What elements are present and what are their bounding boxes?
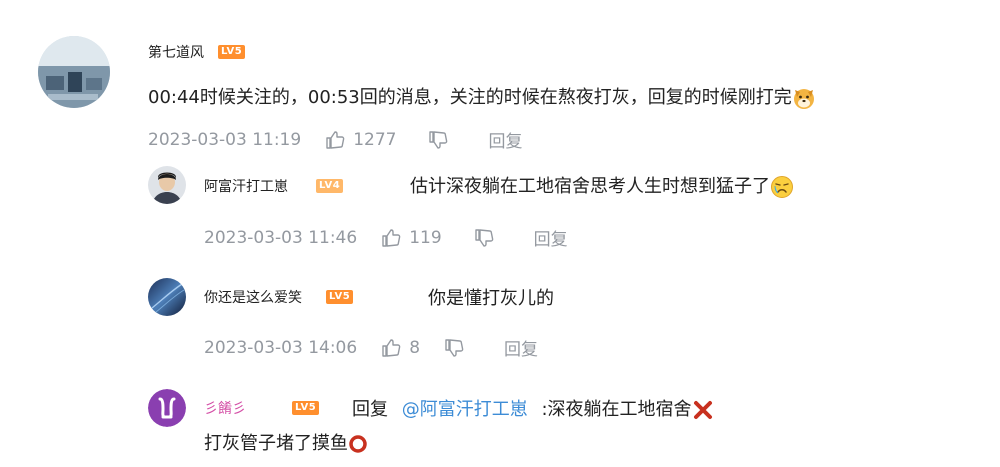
level-badge: LV5: [218, 45, 246, 59]
avatar[interactable]: [148, 166, 186, 204]
level-badge: LV4: [316, 179, 344, 193]
comment-text-content: 估计深夜躺在工地宿舍思考人生时想到猛子了: [410, 176, 770, 197]
mention-link[interactable]: @阿富汗打工崽: [402, 399, 528, 420]
like-count: 8: [409, 337, 421, 358]
cross-mark-emoji-icon: [693, 401, 712, 419]
comment-meta: 2023-03-03 11:46 119 回复: [204, 225, 568, 251]
avatar-image: [148, 166, 186, 204]
thumbs-down-icon[interactable]: [474, 228, 494, 248]
avatar[interactable]: [148, 278, 186, 316]
thumbs-up-icon[interactable]: [381, 338, 401, 358]
comment-text-content: 打灰管子堵了摸鱼: [204, 433, 348, 454]
username[interactable]: 阿富汗打工崽: [204, 176, 288, 196]
comment-text: 00:44时候关注的，00:53回的消息，关注的时候在熬夜打灰，回复的时候刚打完: [148, 83, 816, 110]
comment-text-content: :深夜躺在工地宿舍: [541, 399, 692, 420]
comment-meta: 2023-03-03 14:06 8 回复: [204, 335, 538, 361]
comment-text: 回复 @阿富汗打工崽 :深夜躺在工地宿舍: [352, 395, 714, 421]
comment-text: 估计深夜躺在工地宿舍思考人生时想到猛子了: [410, 172, 794, 199]
thumbs-up-icon[interactable]: [381, 228, 401, 248]
reply-button[interactable]: 回复: [488, 127, 522, 152]
comment-text: 你是懂打灰儿的: [428, 288, 554, 309]
thumbs-down-icon[interactable]: [428, 130, 448, 150]
comment-meta: 2023-03-03 11:19 1277 回复: [148, 127, 522, 153]
dog-face-emoji-icon: [793, 89, 814, 109]
hollow-circle-emoji-icon: [349, 435, 367, 453]
comment-text-line2: 打灰管子堵了摸鱼: [204, 429, 368, 455]
level-badge: LV5: [326, 290, 354, 304]
avatar-image: [38, 36, 110, 108]
username[interactable]: 彡餚彡: [204, 398, 246, 418]
avatar-image: [148, 389, 186, 427]
username[interactable]: 你还是这么爱笑: [204, 287, 302, 307]
thumbs-up-icon[interactable]: [325, 130, 345, 150]
username[interactable]: 第七道风: [148, 42, 204, 62]
timestamp: 2023-03-03 11:19: [148, 129, 302, 150]
level-badge: LV5: [292, 401, 320, 415]
avatar-image: [148, 278, 186, 316]
crying-emoji-icon: [771, 176, 793, 198]
like-count: 119: [409, 227, 442, 248]
reply-button[interactable]: 回复: [504, 335, 538, 360]
timestamp: 2023-03-03 11:46: [204, 227, 358, 248]
avatar[interactable]: [38, 36, 110, 108]
avatar[interactable]: [148, 389, 186, 427]
thumbs-down-icon[interactable]: [444, 338, 464, 358]
reply-prefix: 回复: [352, 399, 388, 420]
reply-button[interactable]: 回复: [534, 225, 568, 250]
like-count: 1277: [353, 129, 397, 150]
comment-text-content: 00:44时候关注的，00:53回的消息，关注的时候在熬夜打灰，回复的时候刚打完: [148, 87, 792, 108]
timestamp: 2023-03-03 14:06: [204, 337, 358, 358]
